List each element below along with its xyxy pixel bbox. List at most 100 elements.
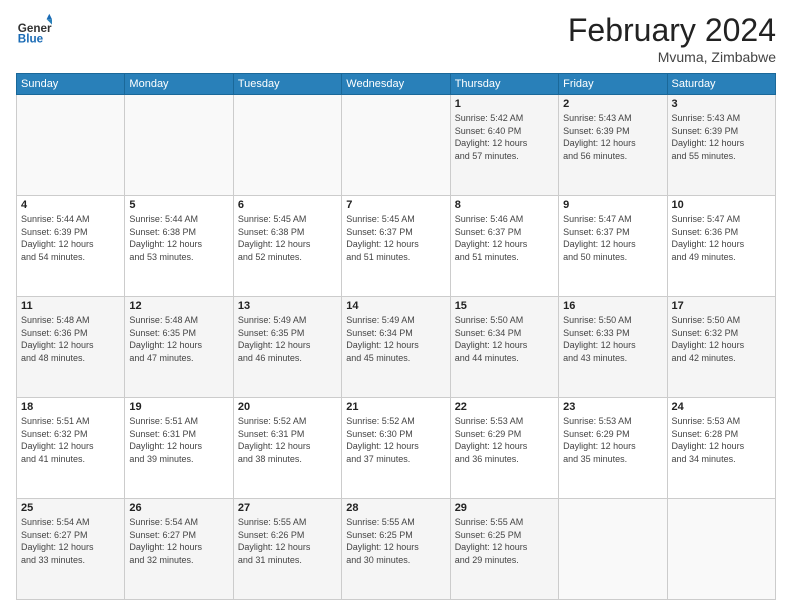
day-number: 28 [346,502,445,514]
table-row: 18 Sunrise: 5:51 AM Sunset: 6:32 PM Dayli… [17,398,125,499]
day-number: 14 [346,300,445,312]
col-thursday: Thursday [450,74,558,95]
day-info: Sunrise: 5:48 AM Sunset: 6:36 PM Dayligh… [21,314,120,364]
table-row: 26 Sunrise: 5:54 AM Sunset: 6:27 PM Dayli… [125,499,233,600]
table-row: 22Sunrise: 5:53 AM Sunset: 6:29 PM Dayli… [450,398,558,499]
header: General Blue February 2024 Mvuma, Zimbab… [16,12,776,65]
calendar-week-row: 11 Sunrise: 5:48 AM Sunset: 6:36 PM Dayli… [17,297,776,398]
title-block: February 2024 Mvuma, Zimbabwe [568,12,776,65]
col-sunday: Sunday [17,74,125,95]
day-info: Sunrise: 5:50 AM Sunset: 6:33 PM Dayligh… [563,314,662,364]
table-row: 4 Sunrise: 5:44 AM Sunset: 6:39 PM Daylig… [17,196,125,297]
day-info: Sunrise: 5:43 AM Sunset: 6:39 PM Dayligh… [672,112,771,162]
day-info: Sunrise: 5:51 AM Sunset: 6:32 PM Dayligh… [21,415,120,465]
day-number: 4 [21,199,120,211]
table-row: 13 Sunrise: 5:49 AM Sunset: 6:35 PM Dayli… [233,297,341,398]
day-number: 13 [238,300,337,312]
table-row: 21 Sunrise: 5:52 AM Sunset: 6:30 PM Dayli… [342,398,450,499]
day-info: Sunrise: 5:47 AM Sunset: 6:37 PM Dayligh… [563,213,662,263]
svg-text:Blue: Blue [18,33,44,46]
day-info: Sunrise: 5:50 AM Sunset: 6:34 PM Dayligh… [455,314,554,364]
day-info: Sunrise: 5:51 AM Sunset: 6:31 PM Dayligh… [129,415,228,465]
day-info: Sunrise: 5:54 AM Sunset: 6:27 PM Dayligh… [21,516,120,566]
day-number: 26 [129,502,228,514]
day-number: 19 [129,401,228,413]
table-row [17,95,125,196]
day-number: 5 [129,199,228,211]
table-row: 24 Sunrise: 5:53 AM Sunset: 6:28 PM Dayli… [667,398,775,499]
calendar-table: Sunday Monday Tuesday Wednesday Thursday… [16,73,776,600]
day-number: 1 [455,98,554,110]
day-info: Sunrise: 5:49 AM Sunset: 6:34 PM Dayligh… [346,314,445,364]
table-row: 6Sunrise: 5:45 AM Sunset: 6:38 PM Daylig… [233,196,341,297]
table-row: 8Sunrise: 5:46 AM Sunset: 6:37 PM Daylig… [450,196,558,297]
title-location: Mvuma, Zimbabwe [568,49,776,65]
day-number: 23 [563,401,662,413]
table-row: 17 Sunrise: 5:50 AM Sunset: 6:32 PM Dayli… [667,297,775,398]
table-row: 14 Sunrise: 5:49 AM Sunset: 6:34 PM Dayli… [342,297,450,398]
table-row: 7 Sunrise: 5:45 AM Sunset: 6:37 PM Daylig… [342,196,450,297]
col-tuesday: Tuesday [233,74,341,95]
day-info: Sunrise: 5:53 AM Sunset: 6:29 PM Dayligh… [563,415,662,465]
table-row [125,95,233,196]
table-row: 23 Sunrise: 5:53 AM Sunset: 6:29 PM Dayli… [559,398,667,499]
day-info: Sunrise: 5:48 AM Sunset: 6:35 PM Dayligh… [129,314,228,364]
day-info: Sunrise: 5:54 AM Sunset: 6:27 PM Dayligh… [129,516,228,566]
day-info: Sunrise: 5:47 AM Sunset: 6:36 PM Dayligh… [672,213,771,263]
day-number: 9 [563,199,662,211]
day-number: 6 [238,199,337,211]
col-wednesday: Wednesday [342,74,450,95]
table-row [233,95,341,196]
table-row: 10 Sunrise: 5:47 AM Sunset: 6:36 PM Dayli… [667,196,775,297]
table-row: 20 Sunrise: 5:52 AM Sunset: 6:31 PM Dayli… [233,398,341,499]
day-number: 27 [238,502,337,514]
day-number: 7 [346,199,445,211]
day-info: Sunrise: 5:49 AM Sunset: 6:35 PM Dayligh… [238,314,337,364]
table-row: 3 Sunrise: 5:43 AM Sunset: 6:39 PM Daylig… [667,95,775,196]
table-row: 9 Sunrise: 5:47 AM Sunset: 6:37 PM Daylig… [559,196,667,297]
table-row: 19 Sunrise: 5:51 AM Sunset: 6:31 PM Dayli… [125,398,233,499]
day-info: Sunrise: 5:43 AM Sunset: 6:39 PM Dayligh… [563,112,662,162]
day-number: 16 [563,300,662,312]
day-number: 20 [238,401,337,413]
day-info: Sunrise: 5:45 AM Sunset: 6:37 PM Dayligh… [346,213,445,263]
day-number: 29 [455,502,554,514]
table-row [667,499,775,600]
table-row: 12Sunrise: 5:48 AM Sunset: 6:35 PM Dayli… [125,297,233,398]
day-info: Sunrise: 5:52 AM Sunset: 6:30 PM Dayligh… [346,415,445,465]
table-row: 2 Sunrise: 5:43 AM Sunset: 6:39 PM Daylig… [559,95,667,196]
table-row: 28 Sunrise: 5:55 AM Sunset: 6:25 PM Dayli… [342,499,450,600]
day-info: Sunrise: 5:42 AM Sunset: 6:40 PM Dayligh… [455,112,554,162]
day-info: Sunrise: 5:44 AM Sunset: 6:38 PM Dayligh… [129,213,228,263]
day-info: Sunrise: 5:50 AM Sunset: 6:32 PM Dayligh… [672,314,771,364]
page: General Blue February 2024 Mvuma, Zimbab… [0,0,792,612]
table-row: 5 Sunrise: 5:44 AM Sunset: 6:38 PM Daylig… [125,196,233,297]
col-monday: Monday [125,74,233,95]
day-number: 2 [563,98,662,110]
col-friday: Friday [559,74,667,95]
calendar-week-row: 4 Sunrise: 5:44 AM Sunset: 6:39 PM Daylig… [17,196,776,297]
day-number: 21 [346,401,445,413]
day-number: 15 [455,300,554,312]
day-info: Sunrise: 5:55 AM Sunset: 6:25 PM Dayligh… [455,516,554,566]
day-number: 10 [672,199,771,211]
table-row: 29 Sunrise: 5:55 AM Sunset: 6:25 PM Dayli… [450,499,558,600]
calendar-week-row: 25 Sunrise: 5:54 AM Sunset: 6:27 PM Dayli… [17,499,776,600]
day-info: Sunrise: 5:55 AM Sunset: 6:25 PM Dayligh… [346,516,445,566]
day-number: 24 [672,401,771,413]
day-info: Sunrise: 5:53 AM Sunset: 6:28 PM Dayligh… [672,415,771,465]
col-saturday: Saturday [667,74,775,95]
day-info: Sunrise: 5:53 AM Sunset: 6:29 PM Dayligh… [455,415,554,465]
calendar-week-row: 18 Sunrise: 5:51 AM Sunset: 6:32 PM Dayli… [17,398,776,499]
logo: General Blue [16,12,52,48]
day-number: 17 [672,300,771,312]
day-number: 3 [672,98,771,110]
day-info: Sunrise: 5:52 AM Sunset: 6:31 PM Dayligh… [238,415,337,465]
table-row: 25 Sunrise: 5:54 AM Sunset: 6:27 PM Dayli… [17,499,125,600]
table-row [559,499,667,600]
day-number: 11 [21,300,120,312]
day-info: Sunrise: 5:44 AM Sunset: 6:39 PM Dayligh… [21,213,120,263]
table-row: 1 Sunrise: 5:42 AM Sunset: 6:40 PM Daylig… [450,95,558,196]
day-number: 25 [21,502,120,514]
day-number: 18 [21,401,120,413]
